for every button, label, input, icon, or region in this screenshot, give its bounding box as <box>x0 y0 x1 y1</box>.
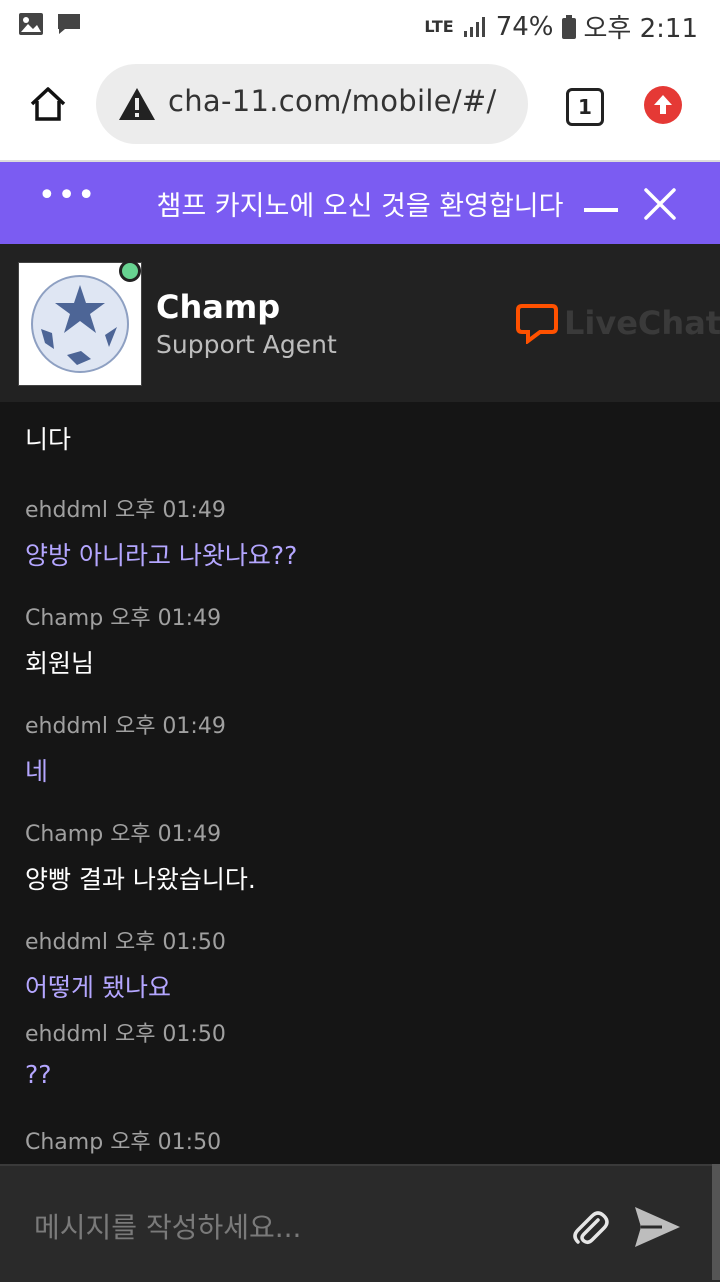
message-text: 양방 아니라고 나왓나요?? <box>25 541 298 570</box>
message-item: ehddml 오후 01:49 양방 아니라고 나왓나요?? <box>25 492 297 572</box>
gallery-icon <box>19 13 43 35</box>
message-text: 네 <box>25 757 49 786</box>
message-author: ehddml <box>25 930 108 955</box>
message-text: 회원님 <box>25 649 95 678</box>
status-bar: LTE 74% 오후 2:11 <box>0 0 720 50</box>
agent-avatar <box>18 262 142 386</box>
livechat-icon <box>516 304 558 344</box>
url-text[interactable]: cha-11.com/mobile/#/ <box>168 84 497 118</box>
livechat-wordmark: LiveChat <box>564 304 720 342</box>
warning-icon[interactable] <box>118 86 156 122</box>
message-time: 오후 01:50 <box>114 1022 226 1047</box>
message-item: ehddml 오후 01:49 네 <box>25 708 226 788</box>
message-time: 오후 01:50 <box>114 930 226 955</box>
message-author: Champ <box>25 1130 104 1155</box>
message-time: 오후 01:50 <box>110 1130 222 1155</box>
attachment-icon[interactable] <box>568 1206 612 1250</box>
message-author: Champ <box>25 606 104 631</box>
soccer-ball-icon <box>31 275 129 373</box>
message-item: Champ 오후 01:49 양빵 결과 나왔습니다. <box>25 816 256 896</box>
agent-role: Support Agent <box>156 330 337 359</box>
agent-name: Champ <box>156 288 281 326</box>
close-icon[interactable] <box>640 184 680 224</box>
message-text-truncated: 니다 <box>25 402 71 460</box>
network-type: LTE <box>424 17 454 36</box>
livechat-logo: LiveChat <box>516 302 720 344</box>
address-bar[interactable]: cha-11.com/mobile/#/ <box>96 64 528 144</box>
message-text: ?? <box>25 1060 52 1089</box>
home-icon[interactable] <box>28 84 68 124</box>
message-text: 어떻게 됐나요 <box>25 973 171 1002</box>
battery-percent: 74% <box>495 11 554 42</box>
message-list[interactable]: 니다 ehddml 오후 01:49 양방 아니라고 나왓나요?? Champ … <box>0 402 720 1164</box>
upload-button[interactable] <box>644 86 682 124</box>
send-icon[interactable] <box>632 1204 682 1250</box>
agent-header: Champ Support Agent LiveChat <box>0 244 720 402</box>
banner-title: 챔프 카지노에 오신 것을 환영합니다 <box>156 191 564 222</box>
message-composer[interactable]: 메시지를 작성하세요... <box>0 1164 720 1282</box>
message-author: ehddml <box>25 714 108 739</box>
clock: 오후 2:11 <box>583 14 699 44</box>
battery-icon <box>561 14 576 39</box>
message-item: ehddml 오후 01:50 어떻게 됐나요 <box>25 924 226 1004</box>
message-item: Champ 오후 01:49 회원님 <box>25 600 221 680</box>
signal-icon <box>463 16 485 37</box>
message-author: ehddml <box>25 498 108 523</box>
message-item: ehddml 오후 01:50 ?? <box>25 1016 226 1089</box>
browser-toolbar: cha-11.com/mobile/#/ 1 <box>0 50 720 162</box>
message-author: ehddml <box>25 1022 108 1047</box>
tab-switcher-button[interactable]: 1 <box>566 88 604 126</box>
minimize-button[interactable] <box>584 208 618 212</box>
message-item: Champ 오후 01:50 <box>25 1124 221 1164</box>
message-text: 양빵 결과 나왔습니다. <box>25 865 256 894</box>
message-time: 오후 01:49 <box>110 606 222 631</box>
chat-banner: ••• 챔프 카지노에 오신 것을 환영합니다 <box>0 162 720 244</box>
message-time: 오후 01:49 <box>114 498 226 523</box>
message-icon <box>58 14 80 34</box>
message-time: 오후 01:49 <box>114 714 226 739</box>
message-author: Champ <box>25 822 104 847</box>
online-status-dot <box>119 260 141 282</box>
message-input[interactable]: 메시지를 작성하세요... <box>34 1206 301 1246</box>
arrow-up-icon <box>654 95 672 114</box>
scrollbar[interactable] <box>712 1164 720 1280</box>
message-time: 오후 01:49 <box>110 822 222 847</box>
truncated-message-line: 니다 <box>25 425 72 454</box>
